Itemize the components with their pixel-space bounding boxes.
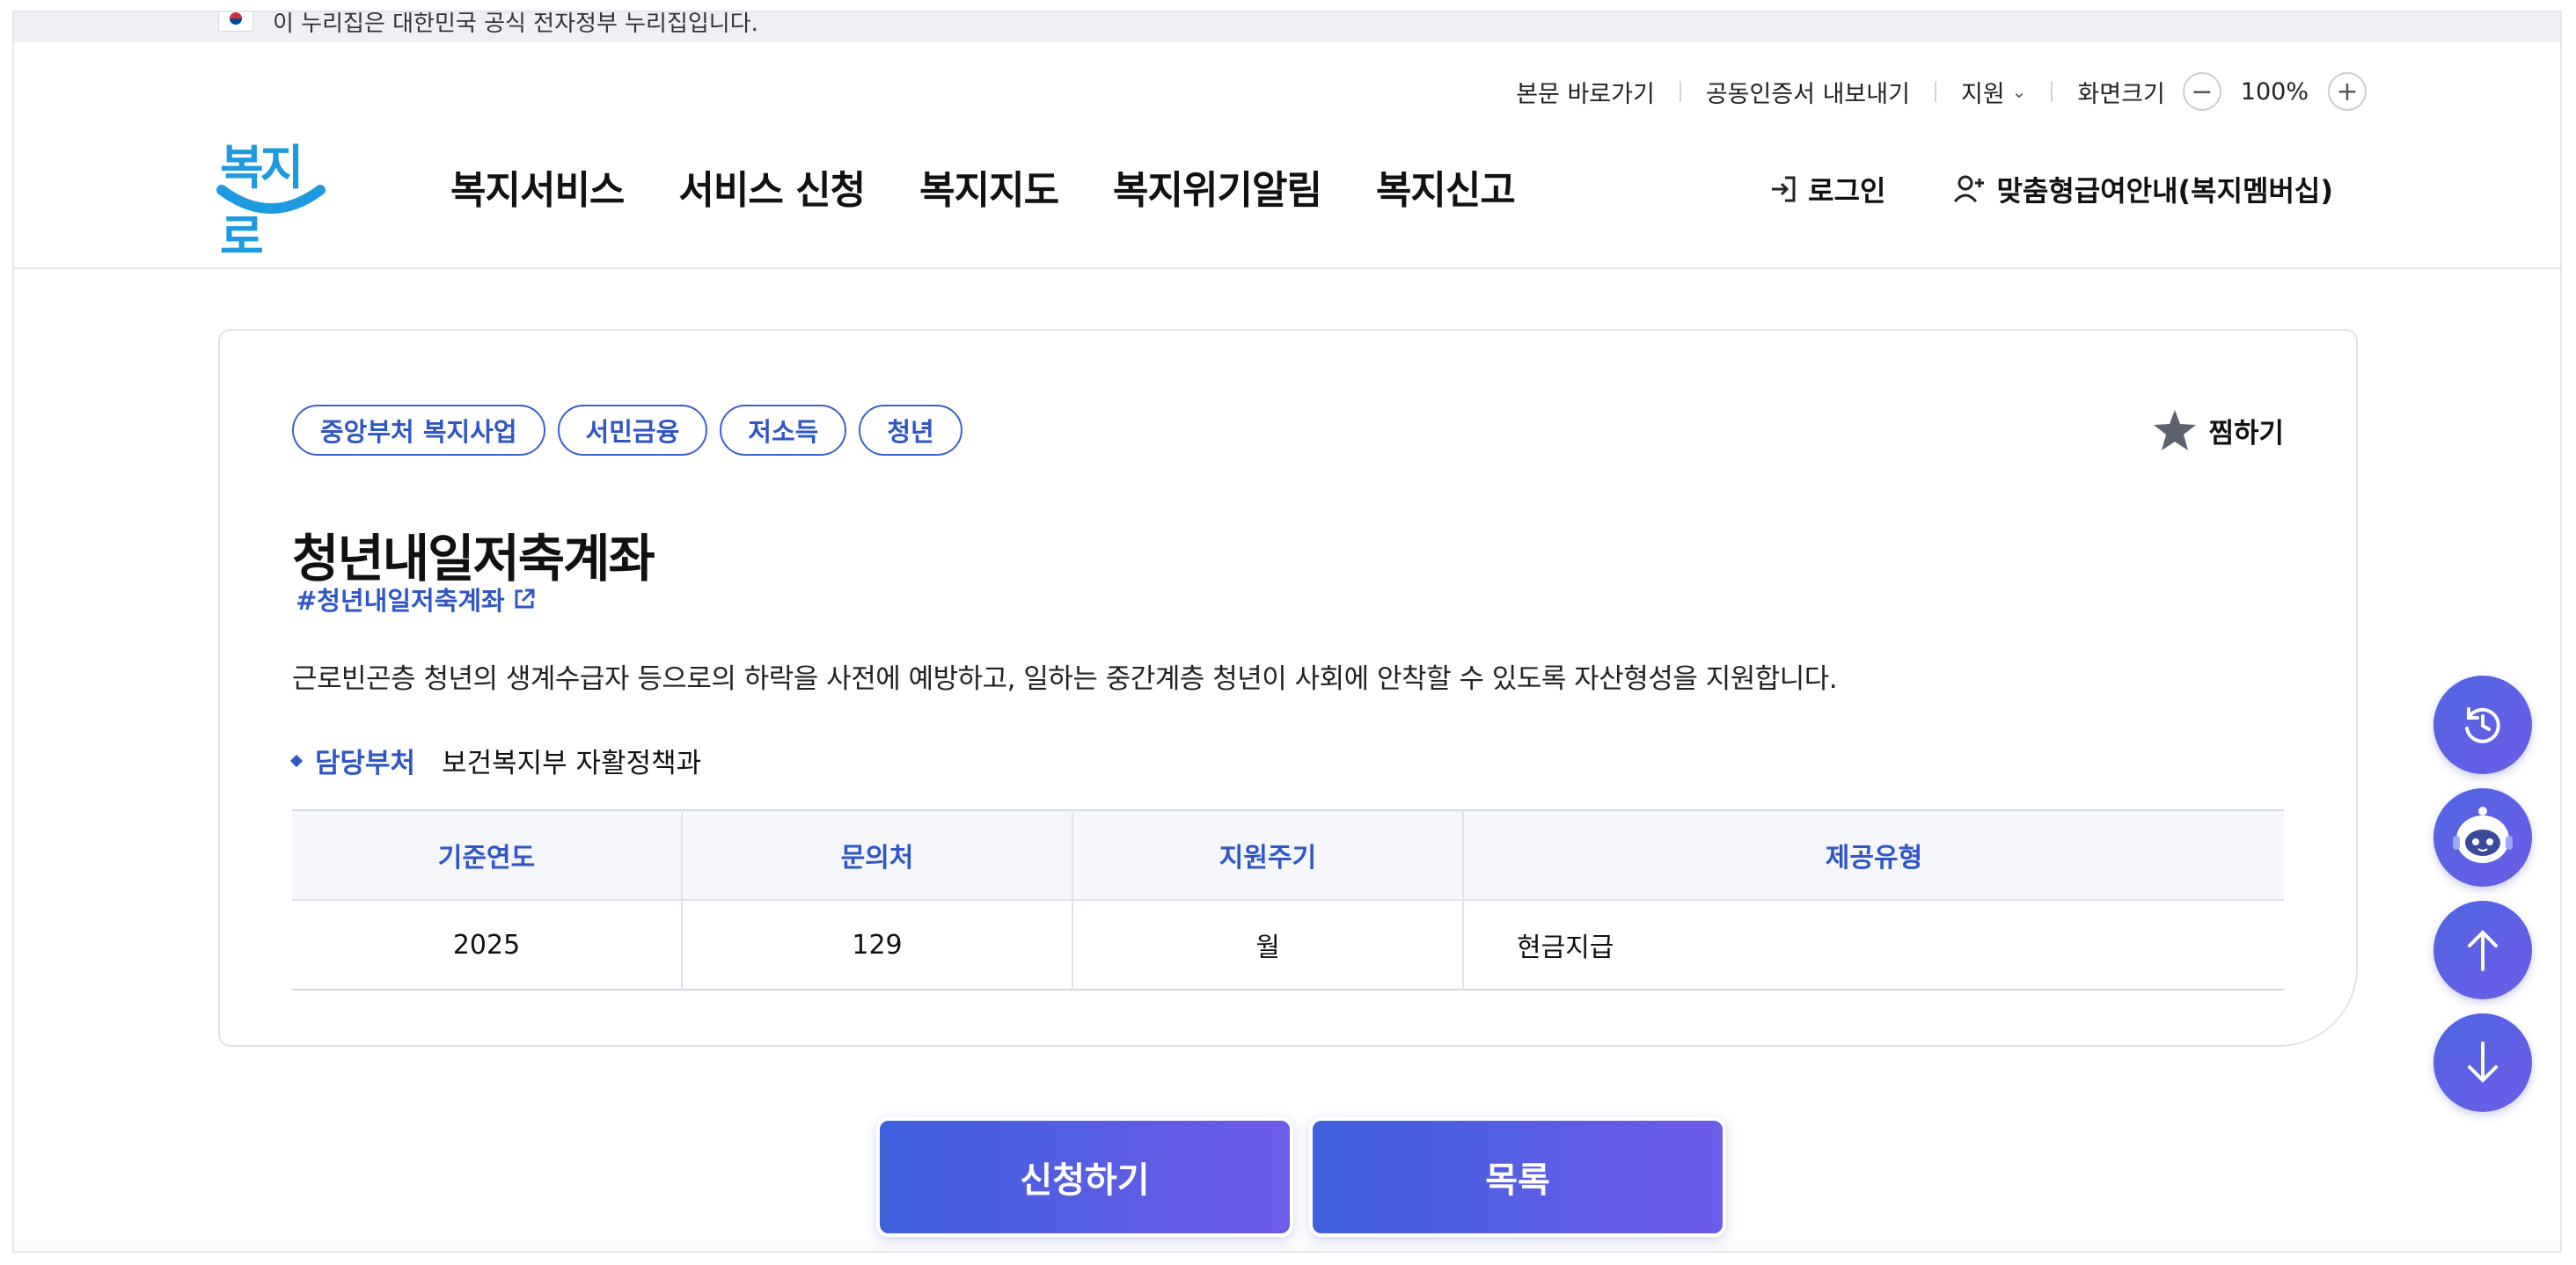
chevron-down-icon: ⌄: [2011, 81, 2027, 102]
user-add-icon: [1954, 175, 1985, 203]
zoom-in-button[interactable]: +: [2328, 72, 2367, 111]
support-dropdown[interactable]: 지원 ⌄: [1961, 75, 2026, 109]
department-value: 보건복지부 자활정책과: [442, 748, 702, 779]
korea-flag-icon: [218, 12, 253, 32]
cell-year: 2025: [292, 900, 683, 990]
cell-type: 현금지급: [1517, 932, 1614, 963]
login-icon: [1772, 176, 1796, 202]
recent-history-button[interactable]: [2433, 676, 2532, 774]
divider: [2051, 81, 2053, 102]
external-link-icon: [515, 589, 535, 609]
screen-size-label: 화면크기: [2077, 80, 2165, 108]
table-row: 2025 129 월 현금지급: [292, 900, 2284, 990]
skip-to-content-link[interactable]: 본문 바로가기: [1516, 75, 1655, 109]
nav-item-service-apply[interactable]: 서비스 신청: [678, 158, 866, 215]
category-tags: 중앙부처 복지사업 서민금융 저소득 청년: [292, 405, 962, 456]
department-info: 담당부처 보건복지부 자활정책과: [289, 741, 702, 780]
header-divider: [14, 267, 2560, 269]
tag-youth[interactable]: 청년: [859, 405, 962, 456]
logo-smile-icon: [216, 185, 326, 214]
plus-icon: +: [2336, 76, 2359, 107]
login-label: 로그인: [1808, 174, 1886, 208]
department-label: 담당부처: [315, 748, 416, 779]
cert-export-link[interactable]: 공동인증서 내보내기: [1706, 75, 1910, 109]
arrow-up-icon: [2468, 930, 2498, 971]
chatbot-button[interactable]: [2433, 788, 2532, 887]
membership-label: 맞춤형급여안내(복지멤버십): [1996, 174, 2333, 208]
browser-viewport: 이 누리집은 대한민국 공식 전자정부 누리집입니다. 본문 바로가기 공동인증…: [12, 11, 2562, 1253]
nav-item-welfare-service[interactable]: 복지서비스: [450, 158, 625, 215]
column-header-year: 기준연도: [292, 810, 683, 901]
gov-banner-text: 이 누리집은 대한민국 공식 전자정부 누리집입니다.: [273, 11, 758, 37]
service-detail-card: 중앙부처 복지사업 서민금융 저소득 청년 찜하기 청년내일저축계좌 #청년내일…: [218, 329, 2358, 1047]
nav-item-welfare-map[interactable]: 복지지도: [919, 158, 1059, 215]
cell-cycle: 월: [1072, 900, 1464, 990]
star-icon: [2154, 410, 2197, 450]
favorite-label: 찜하기: [2208, 417, 2284, 450]
divider: [1934, 81, 1936, 102]
support-label: 지원: [1960, 80, 2005, 108]
hashtag-link[interactable]: #청년내일저축계좌: [296, 581, 537, 618]
chatbot-robot-icon: [2453, 807, 2513, 863]
membership-link[interactable]: 맞춤형급여안내(복지멤버십): [1952, 169, 2333, 209]
floating-buttons: [2433, 676, 2532, 1112]
cell-contact: 129: [682, 900, 1073, 990]
scroll-bottom-button[interactable]: [2433, 1013, 2532, 1112]
gov-banner: 이 누리집은 대한민국 공식 전자정부 누리집입니다.: [14, 12, 2560, 42]
column-header-cycle: 지원주기: [1072, 810, 1464, 901]
hashtag-text: #청년내일저축계좌: [296, 586, 505, 616]
bottom-edge: [14, 1237, 2560, 1251]
list-button[interactable]: 목록: [1309, 1117, 1726, 1237]
nav-item-welfare-report[interactable]: 복지신고: [1376, 158, 1516, 215]
apply-button[interactable]: 신청하기: [876, 1117, 1293, 1237]
tag-low-income[interactable]: 저소득: [720, 405, 847, 456]
arrow-down-icon: [2468, 1042, 2498, 1083]
history-icon: [2465, 707, 2500, 743]
table-header-row: 기준연도 문의처 지원주기 제공유형: [292, 810, 2284, 901]
login-link[interactable]: 로그인: [1767, 169, 1885, 209]
service-info-table: 기준연도 문의처 지원주기 제공유형 2025 129 월 현금지급: [292, 809, 2284, 991]
minus-icon: −: [2191, 76, 2214, 107]
main-nav: 복지서비스 서비스 신청 복지지도 복지위기알림 복지신고: [450, 158, 1516, 215]
tag-finance[interactable]: 서민금융: [557, 405, 708, 456]
divider: [1679, 81, 1681, 102]
nav-item-crisis-alert[interactable]: 복지위기알림: [1113, 158, 1322, 215]
favorite-button[interactable]: 찜하기: [2152, 408, 2284, 452]
zoom-value: 100%: [2240, 77, 2309, 106]
bullet-diamond-icon: [289, 754, 304, 767]
action-buttons: 신청하기 목록: [876, 1117, 1726, 1237]
service-description: 근로빈곤층 청년의 생계수급자 등으로의 하락을 사전에 예방하고, 일하는 중…: [292, 663, 1838, 695]
utility-bar: 본문 바로가기 공동인증서 내보내기 지원 ⌄ 화면크기 − 100% +: [1516, 72, 2367, 111]
column-header-type: 제공유형: [1463, 810, 2284, 901]
site-logo[interactable]: 복지로: [216, 128, 331, 265]
tag-central-welfare[interactable]: 중앙부처 복지사업: [292, 405, 545, 456]
zoom-out-button[interactable]: −: [2182, 72, 2221, 111]
scroll-top-button[interactable]: [2433, 901, 2532, 999]
column-header-contact: 문의처: [682, 810, 1073, 901]
header-actions: 로그인 맞춤형급여안내(복지멤버십): [1767, 169, 2333, 209]
